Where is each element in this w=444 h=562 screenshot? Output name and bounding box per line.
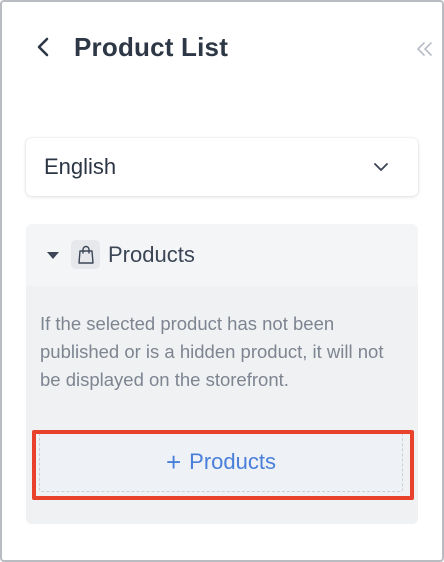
add-products-button-content: + Products <box>166 449 276 475</box>
plus-icon: + <box>165 447 182 477</box>
add-products-button[interactable]: + Products <box>39 432 403 492</box>
shopping-bag-icon <box>71 240 100 269</box>
collapse-panel-button[interactable] <box>414 36 436 62</box>
chevron-down-icon <box>374 163 388 171</box>
chevron-left-icon <box>37 37 49 57</box>
add-products-label: Products <box>189 449 276 474</box>
page-title: Product List <box>74 32 229 62</box>
back-button[interactable] <box>30 32 56 62</box>
products-section: Products If the selected product has not… <box>26 224 418 524</box>
product-list-panel: Product List English Products If the sel… <box>0 0 444 562</box>
language-select-value: English <box>44 154 117 179</box>
products-section-title: Products <box>108 242 195 267</box>
caret-down-icon <box>47 252 59 259</box>
double-chevron-left-icon <box>417 42 432 56</box>
language-select[interactable]: English <box>26 138 418 196</box>
visibility-note: If the selected product has not been pub… <box>40 313 384 390</box>
products-section-header[interactable]: Products <box>26 224 418 286</box>
panel-header: Product List <box>2 2 442 94</box>
products-section-body: If the selected product has not been pub… <box>26 286 418 524</box>
